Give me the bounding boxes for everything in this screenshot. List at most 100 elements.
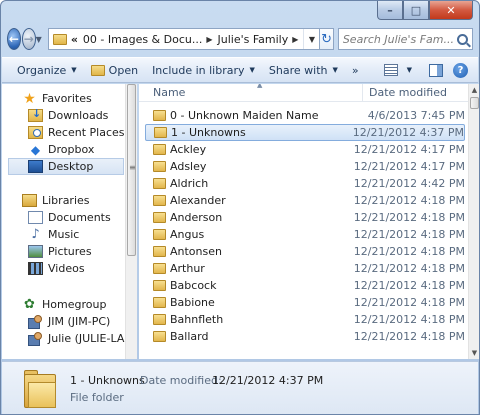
views-icon (383, 64, 398, 76)
search-icon[interactable] (456, 33, 468, 45)
nav-downloads[interactable]: Downloads (28, 107, 108, 124)
nav-favorites[interactable]: ★ Favorites (22, 90, 91, 107)
nav-documents[interactable]: Documents (28, 209, 111, 226)
refresh-button[interactable]: ↻ (320, 28, 334, 50)
organize-menu[interactable]: Organize ▼ (10, 58, 84, 82)
file-date-modified: 12/21/2012 4:18 PM (353, 211, 465, 224)
file-date-modified: 12/21/2012 4:18 PM (353, 279, 465, 292)
table-row[interactable]: 0 - Unknown Maiden Name 4/6/2013 7:45 PM (145, 107, 465, 124)
breadcrumb-images-docs[interactable]: 00 - Images & Docu... ▶ (83, 33, 218, 46)
folder-icon (52, 33, 67, 45)
table-row[interactable]: Ballard 12/21/2012 4:18 PM (145, 328, 465, 345)
file-date-modified: 12/21/2012 4:18 PM (353, 228, 465, 241)
change-view-button[interactable]: ▼ (377, 58, 419, 82)
breadcrumb-arrow-icon[interactable]: ▶ (206, 35, 212, 44)
share-with-menu[interactable]: Share with ▼ (262, 58, 345, 82)
folder-icon (153, 178, 166, 189)
table-row[interactable]: Babione 12/21/2012 4:18 PM (145, 294, 465, 311)
folder-icon (153, 263, 166, 274)
nav-user-julie[interactable]: Julie (JULIE-LAPT (28, 330, 137, 347)
nav-dropbox[interactable]: ◆ Dropbox (28, 141, 94, 158)
column-header-date[interactable]: Date modified (363, 84, 447, 101)
table-row[interactable]: Anderson 12/21/2012 4:18 PM (145, 209, 465, 226)
nav-libraries[interactable]: Libraries (22, 192, 90, 209)
breadcrumb-julies-family[interactable]: Julie's Family ▶ (218, 33, 304, 46)
table-row[interactable]: Adsley 12/21/2012 4:17 PM (145, 158, 465, 175)
preview-pane-icon[interactable] (429, 63, 443, 77)
star-icon: ★ (23, 90, 36, 107)
address-bar[interactable]: « 00 - Images & Docu... ▶ Julie's Family… (47, 28, 321, 50)
file-name: Arthur (170, 262, 205, 275)
search-input[interactable]: Search Julie's Fam... (337, 28, 473, 50)
file-list-scrollbar[interactable]: ▲ ▼ (468, 84, 479, 359)
nav-desktop[interactable]: Desktop (8, 158, 124, 175)
folder-icon (153, 314, 166, 325)
file-name: Alexander (170, 194, 226, 207)
navigation-pane: ★Favorites Downloads Recent Places ◆Drop… (2, 84, 137, 359)
nav-pictures[interactable]: Pictures (28, 243, 92, 260)
back-button[interactable]: ← (7, 28, 21, 50)
file-name: 1 - Unknowns (171, 126, 246, 139)
file-name: Babcock (170, 279, 217, 292)
scroll-up-icon[interactable]: ▲ (469, 84, 479, 96)
breadcrumb-arrow-icon[interactable]: ▶ (292, 35, 298, 44)
table-row[interactable]: Bahnfleth 12/21/2012 4:18 PM (145, 311, 465, 328)
folder-thumbnail-icon (24, 370, 56, 408)
table-row[interactable]: 1 - Unknowns 12/21/2012 4:37 PM (145, 124, 465, 141)
table-row[interactable]: Ackley 12/21/2012 4:17 PM (145, 141, 465, 158)
address-dropdown[interactable]: ▼ (303, 29, 319, 49)
recent-pages-dropdown[interactable]: ▼ (36, 35, 42, 44)
open-folder-icon (90, 64, 105, 76)
help-icon[interactable]: ? (453, 62, 468, 78)
file-name: Angus (170, 228, 205, 241)
minimize-button[interactable]: – (377, 1, 403, 20)
user-icon (28, 332, 43, 346)
scroll-down-icon[interactable]: ▼ (469, 347, 479, 359)
forward-button[interactable]: → (21, 28, 36, 50)
column-header-name[interactable]: ▲ Name (139, 84, 363, 101)
table-row[interactable]: Antonsen 12/21/2012 4:18 PM (145, 243, 465, 260)
table-row[interactable]: Babcock 12/21/2012 4:18 PM (145, 277, 465, 294)
nav-videos[interactable]: Videos (28, 260, 85, 277)
nav-scrollbar[interactable] (125, 84, 137, 359)
command-bar: Organize ▼ Open Include in library ▼ Share… (2, 57, 478, 83)
nav-music[interactable]: ♪ Music (28, 226, 79, 243)
file-list-scroll-thumb[interactable] (470, 97, 479, 109)
details-modified-label: Date modified: (140, 374, 222, 387)
file-date-modified: 12/21/2012 4:18 PM (353, 330, 465, 343)
caret-down-icon: ▼ (332, 66, 338, 74)
maximize-button[interactable]: □ (403, 1, 429, 20)
address-row: ← → ▼ « 00 - Images & Docu... ▶ Julie's … (7, 25, 473, 53)
folder-icon (153, 229, 166, 240)
table-row[interactable]: Alexander 12/21/2012 4:18 PM (145, 192, 465, 209)
table-row[interactable]: Aldrich 12/21/2012 4:42 PM (145, 175, 465, 192)
folder-icon (154, 127, 167, 138)
file-date-modified: 12/21/2012 4:18 PM (353, 262, 465, 275)
column-headers: ▲ Name Date modified (139, 84, 468, 102)
include-in-library-menu[interactable]: Include in library ▼ (145, 58, 262, 82)
nav-scroll-thumb[interactable] (127, 84, 136, 256)
open-button[interactable]: Open (84, 58, 145, 82)
close-button[interactable]: ✕ (429, 1, 473, 20)
folder-icon (153, 161, 166, 172)
videos-icon (28, 262, 43, 275)
more-commands-button[interactable]: » (345, 58, 366, 82)
folder-icon (153, 280, 166, 291)
nav-recent-places[interactable]: Recent Places (28, 124, 125, 141)
recent-places-icon (28, 126, 43, 139)
forward-arrow-icon: → (23, 32, 34, 46)
details-modified-value: 12/21/2012 4:37 PM (212, 374, 324, 387)
libraries-icon (22, 194, 37, 207)
table-row[interactable]: Arthur 12/21/2012 4:18 PM (145, 260, 465, 277)
table-row[interactable]: Angus 12/21/2012 4:18 PM (145, 226, 465, 243)
file-name: Antonsen (170, 245, 222, 258)
file-date-modified: 12/21/2012 4:37 PM (352, 126, 464, 139)
file-date-modified: 12/21/2012 4:18 PM (353, 194, 465, 207)
nav-homegroup[interactable]: ✿ Homegroup (22, 296, 106, 313)
nav-user-jim[interactable]: JIM (JIM-PC) (28, 313, 110, 330)
file-date-modified: 12/21/2012 4:18 PM (353, 313, 465, 326)
overflow-chevron[interactable]: « (71, 33, 78, 46)
back-arrow-icon: ← (8, 32, 19, 46)
file-name: Bahnfleth (170, 313, 224, 326)
file-name: Ballard (170, 330, 209, 343)
